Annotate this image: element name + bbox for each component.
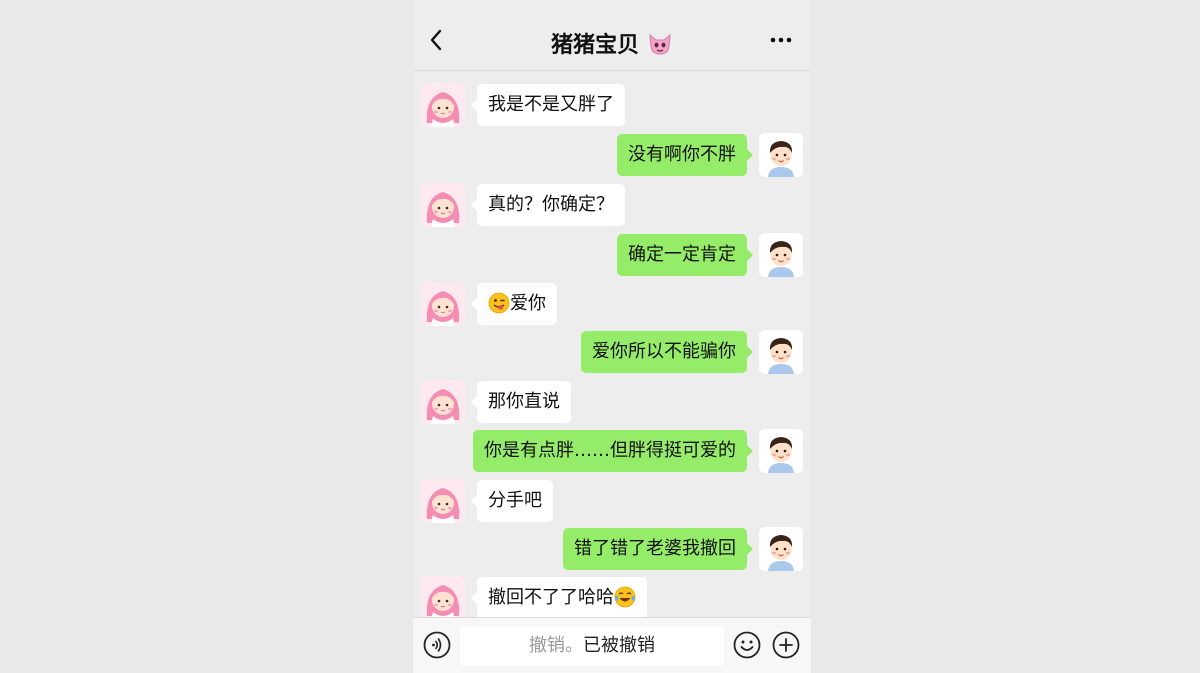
message-bubble[interactable]: 我是不是又胖了 [471, 84, 625, 126]
message-sent: 确定一定肯定 [617, 233, 803, 277]
message-received: 分手吧 [421, 479, 553, 523]
boy-avatar[interactable] [759, 429, 803, 473]
girl-avatar[interactable] [421, 576, 465, 620]
message-received: 那你直说 [421, 380, 571, 424]
girl-avatar[interactable] [421, 380, 465, 424]
message-list: 我是不是又胖了 没有啊你不胖 真的？你确定？ 确定一定肯定 爱你 爱你所以不能骗… [413, 71, 811, 620]
boy-avatar[interactable] [759, 330, 803, 374]
emoji-icon[interactable] [733, 631, 761, 659]
input-bar: 撤销。已被撤销 [413, 617, 811, 673]
message-received: 我是不是又胖了 [421, 83, 625, 127]
message-bubble[interactable]: 爱你 [471, 283, 557, 325]
message-bubble[interactable]: 真的？你确定？ [471, 184, 625, 226]
message-bubble[interactable]: 撤回不了了哈哈 [471, 577, 647, 619]
boy-avatar[interactable] [759, 233, 803, 277]
message-bubble[interactable]: 分手吧 [471, 480, 553, 522]
message-text: 爱你 [510, 293, 546, 314]
message-received: 爱你 [421, 282, 557, 326]
message-bubble[interactable]: 那你直说 [471, 381, 571, 423]
message-bubble[interactable]: 爱你所以不能骗你 [581, 331, 753, 373]
chat-header: 猪猪宝贝 [413, 0, 811, 71]
girl-avatar[interactable] [421, 83, 465, 127]
girl-avatar[interactable] [421, 479, 465, 523]
message-text: 撤回不了了哈哈 [488, 587, 614, 608]
message-bubble[interactable]: 错了错了老婆我撤回 [563, 528, 753, 570]
message-received: 真的？你确定？ [421, 183, 625, 227]
message-sent: 没有啊你不胖 [617, 133, 803, 177]
message-sent: 爱你所以不能骗你 [581, 330, 803, 374]
more-dots-icon[interactable] [769, 32, 793, 48]
plus-icon[interactable] [772, 631, 800, 659]
girl-avatar[interactable] [421, 183, 465, 227]
message-received: 撤回不了了哈哈 [421, 576, 647, 620]
message-sent: 错了错了老婆我撤回 [563, 527, 803, 571]
tongue-wink-emoji [488, 288, 510, 314]
devil-cat-emoji [647, 32, 673, 56]
message-input[interactable]: 撤销。已被撤销 [460, 626, 724, 666]
recall-hint: 撤销。 [529, 635, 583, 656]
contact-name: 猪猪宝贝 [551, 33, 640, 58]
recalled-text: 已被撤销 [583, 635, 655, 656]
chat-window: 猪猪宝贝 我是不是又胖了 没有啊你不胖 真的？你确定？ 确定一定肯定 爱你 爱你… [413, 0, 811, 673]
boy-avatar[interactable] [759, 527, 803, 571]
tears-of-joy-emoji [614, 582, 636, 608]
message-sent: 你是有点胖……但胖得挺可爱的 [473, 429, 803, 473]
girl-avatar[interactable] [421, 282, 465, 326]
chat-title: 猪猪宝贝 [413, 27, 811, 59]
message-bubble[interactable]: 确定一定肯定 [617, 234, 753, 276]
message-bubble[interactable]: 你是有点胖……但胖得挺可爱的 [473, 430, 753, 472]
boy-avatar[interactable] [759, 133, 803, 177]
message-bubble[interactable]: 没有啊你不胖 [617, 134, 753, 176]
voice-icon[interactable] [423, 631, 451, 659]
